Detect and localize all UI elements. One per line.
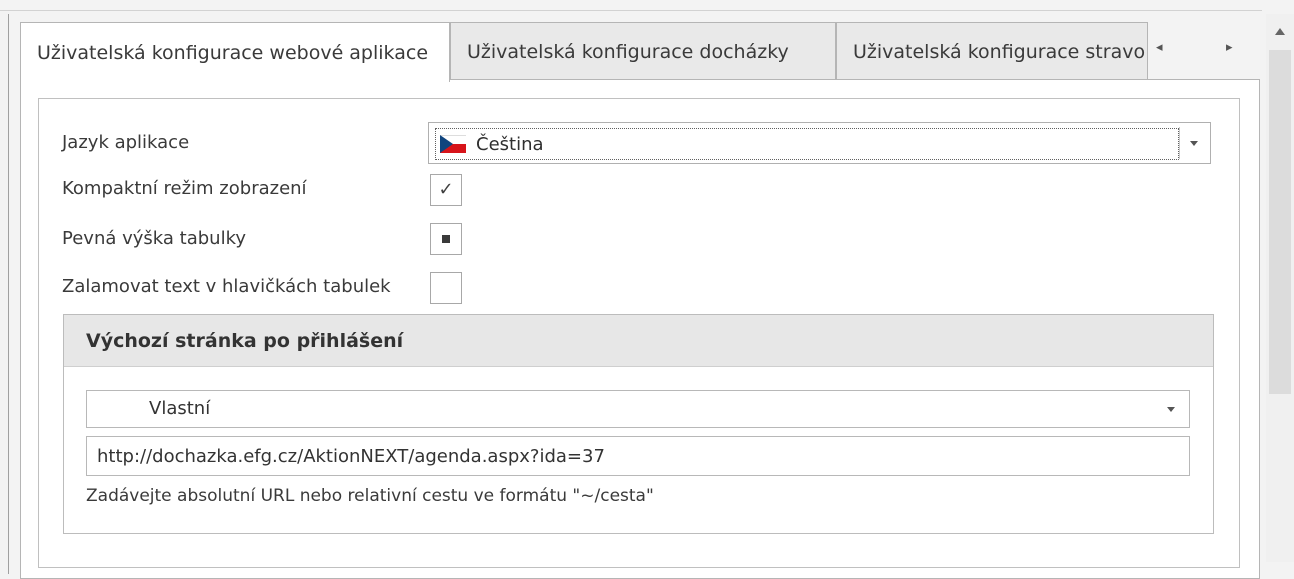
tab-label: Uživatelská konfigurace webové aplikace — [37, 41, 429, 64]
fixed-height-label: Pevná výška tabulky — [62, 228, 246, 249]
tab-web-app-config[interactable]: Uživatelská konfigurace webové aplikace — [20, 22, 450, 82]
indeterminate-icon — [442, 235, 450, 243]
start-page-mode-value: Vlastní — [149, 398, 211, 419]
url-hint-text: Zadávejte absolutní URL nebo relativní c… — [86, 486, 654, 506]
combo-separator — [1179, 127, 1180, 159]
tab-scroll-left-icon[interactable]: ◂ — [1156, 40, 1163, 55]
start-page-url-input[interactable] — [86, 436, 1190, 476]
tab-label: Uživatelská konfigurace docházky — [467, 40, 789, 63]
vertical-scrollbar[interactable] — [1266, 14, 1294, 562]
tab-scroll-right-icon[interactable]: ▸ — [1226, 40, 1233, 55]
start-page-mode-select[interactable]: Vlastní — [86, 390, 1190, 428]
tab-label: Uživatelská konfigurace stravo — [853, 40, 1146, 63]
chevron-down-icon[interactable] — [1167, 407, 1175, 412]
tab-strip: Uživatelská konfigurace webové aplikace … — [20, 22, 1260, 82]
start-page-title: Výchozí stránka po přihlášení — [64, 315, 1213, 367]
compact-mode-label: Kompaktní režim zobrazení — [62, 178, 307, 199]
wrap-headers-checkbox[interactable] — [430, 272, 462, 304]
wrap-headers-label: Zalamovat text v hlavičkách tabulek — [62, 276, 391, 297]
language-value: Čeština — [476, 133, 544, 155]
language-combobox-value: Čeština — [435, 128, 1179, 160]
czech-flag-icon — [440, 135, 466, 153]
tab-catering-config[interactable]: Uživatelská konfigurace stravo — [836, 22, 1148, 80]
scrollbar-thumb[interactable] — [1269, 50, 1291, 394]
check-icon: ✓ — [438, 179, 454, 200]
chevron-down-icon[interactable] — [1190, 141, 1198, 146]
language-combobox[interactable]: Čeština — [428, 122, 1211, 164]
language-label: Jazyk aplikace — [62, 132, 190, 153]
tab-attendance-config[interactable]: Uživatelská konfigurace docházky — [450, 22, 836, 80]
compact-mode-checkbox[interactable]: ✓ — [430, 174, 462, 206]
fixed-height-checkbox[interactable] — [430, 223, 462, 255]
scroll-up-icon[interactable] — [1275, 28, 1285, 35]
top-divider — [0, 10, 1262, 11]
